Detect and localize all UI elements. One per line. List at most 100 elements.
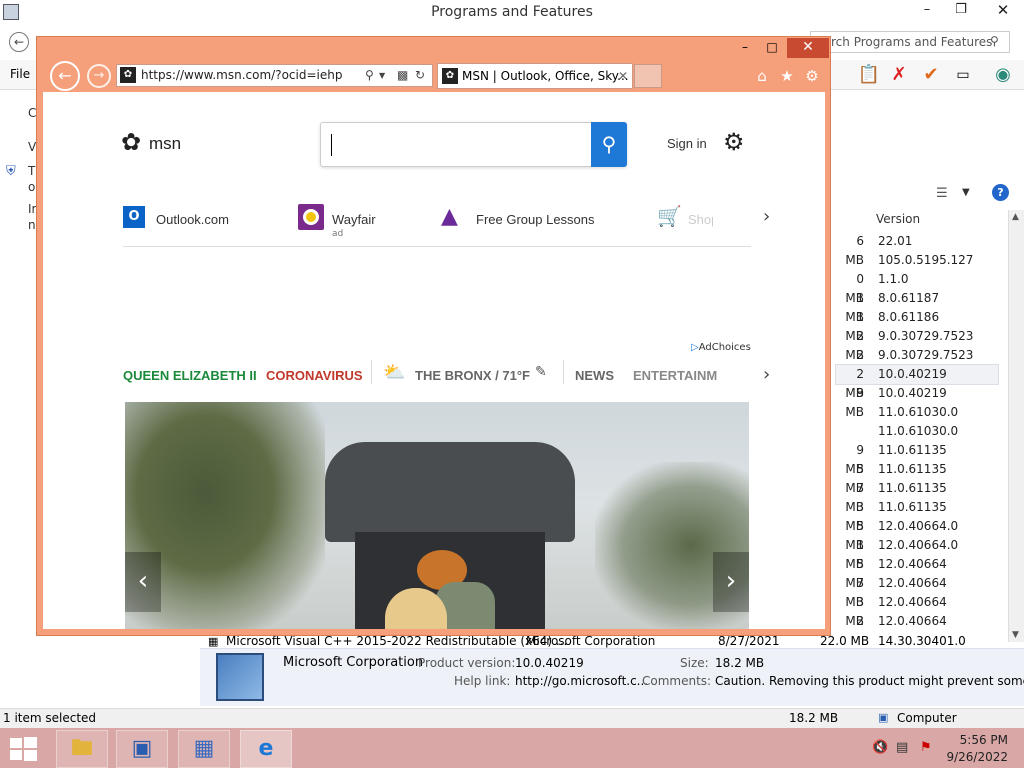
column-header-version[interactable]: Version	[876, 212, 920, 226]
server-manager-icon[interactable]: ▣	[116, 730, 168, 768]
search-input[interactable]: rch Programs and Features	[810, 31, 1010, 53]
left-text[interactable]: V	[28, 140, 36, 154]
checkmark-icon[interactable]: ✔	[918, 62, 944, 88]
back-arrow-icon[interactable]: ←	[50, 61, 80, 91]
properties-icon[interactable]: ▭	[950, 62, 976, 88]
edit-pencil-icon[interactable]: ✎	[535, 364, 547, 380]
table-row[interactable]: 7 MB 12.0.40664	[836, 574, 998, 609]
left-text[interactable]: o	[28, 180, 35, 194]
volume-muted-icon[interactable]: 🔇	[872, 740, 888, 755]
help-icon[interactable]: ?	[992, 184, 1009, 201]
scroll-down-icon[interactable]: ▼	[1012, 630, 1019, 640]
program-version: 9.0.30729.7523	[878, 348, 974, 362]
close-button[interactable]: ✕	[787, 38, 829, 58]
adchoices-link[interactable]: ▷AdChoices	[691, 342, 751, 353]
category-queen-elizabeth[interactable]: QUEEN ELIZABETH II	[123, 368, 257, 383]
tab-msn[interactable]: ✿ MSN | Outlook, Office, Sky... ✕	[437, 63, 633, 89]
refresh-icon[interactable]: ↻	[415, 65, 425, 86]
table-row[interactable]: 2 MB 10.0.40219	[835, 364, 999, 400]
table-row[interactable]: 9 MB 10.0.40219	[836, 384, 998, 419]
sign-in-link[interactable]: Sign in	[667, 136, 707, 151]
maximize-button[interactable]: □	[759, 39, 785, 57]
left-text[interactable]: T	[28, 164, 35, 178]
table-row[interactable]: 2 MB9.0.30729.7523	[836, 327, 998, 362]
table-row[interactable]: 2 MB12.0.40664	[836, 612, 998, 647]
table-row[interactable]: 9 MB 11.0.61135	[836, 441, 998, 476]
chevron-right-icon[interactable]: ›	[763, 206, 770, 227]
clock-date[interactable]: 9/26/2022	[944, 750, 1008, 764]
scroll-up-icon[interactable]: ▲	[1012, 212, 1019, 222]
address-text[interactable]: https://www.msn.com/?ocid=iehp	[141, 65, 342, 86]
search-icon[interactable]: ⚲	[365, 65, 374, 86]
delete-icon[interactable]: ✗	[886, 62, 912, 88]
quicklink-shop[interactable]: Shop	[688, 212, 713, 227]
msn-logo-text[interactable]: msn	[149, 134, 181, 154]
table-row[interactable]: 3 MB 11.0.61135	[836, 498, 998, 533]
maximize-button[interactable]: ❐	[946, 0, 976, 22]
new-tab-button[interactable]	[634, 64, 662, 88]
start-button[interactable]	[8, 736, 38, 762]
minimize-button[interactable]: –	[912, 0, 942, 22]
wayfair-icon[interactable]	[298, 204, 324, 230]
program-version: 12.0.40664	[878, 614, 947, 628]
globe-icon[interactable]: ◉	[990, 62, 1016, 88]
home-icon[interactable]: ⌂	[753, 67, 771, 85]
table-row[interactable]: 5 MB 11.0.61135	[836, 460, 998, 495]
forward-arrow-icon[interactable]: →	[87, 64, 111, 88]
search-input[interactable]	[320, 122, 627, 167]
table-row[interactable]: 1 MB 8.0.61186	[836, 308, 998, 343]
chevron-down-icon[interactable]: ▼	[379, 65, 385, 86]
network-icon[interactable]: ▤	[896, 740, 908, 755]
favorites-star-icon[interactable]: ★	[778, 67, 796, 85]
table-row[interactable]: 5 MB 12.0.40664	[836, 555, 998, 590]
table-row[interactable]: 1 MB 8.0.61187	[836, 289, 998, 324]
settings-gear-icon[interactable]: ⚙	[723, 128, 745, 156]
menu-file[interactable]: File	[10, 67, 30, 81]
table-row[interactable]: 7 MB 11.0.61135	[836, 479, 998, 514]
file-explorer-icon[interactable]: 🖿	[56, 730, 108, 768]
category-entertainment[interactable]: ENTERTAINM	[633, 368, 718, 383]
table-row[interactable]: 11.0.61030.0	[836, 422, 998, 441]
chevron-right-icon[interactable]: ›	[763, 364, 770, 385]
close-button[interactable]: ✕	[982, 0, 1024, 22]
chevron-down-icon[interactable]: ▼	[962, 187, 970, 198]
table-row[interactable]: 0 MB 1.1.0	[836, 270, 998, 305]
quicklink-outlook[interactable]: Outlook.com	[156, 212, 229, 227]
lock-icon[interactable]: ▩	[397, 65, 408, 86]
minimize-button[interactable]: –	[732, 39, 758, 57]
action-center-icon[interactable]: ⚑	[920, 740, 932, 755]
quicklink-wayfair[interactable]: Wayfair	[332, 212, 376, 227]
address-bar[interactable]: ✿ https://www.msn.com/?ocid=iehp ⚲ ▼ ▩ ↻	[116, 64, 433, 87]
carousel-next-button[interactable]: ›	[713, 552, 749, 612]
category-news[interactable]: NEWS	[575, 368, 614, 383]
quicklink-lessons[interactable]: Free Group Lessons	[476, 212, 595, 227]
clipboard-icon[interactable]: 📋	[856, 62, 882, 88]
table-row[interactable]: 2 MB9.0.30729.7523	[836, 346, 998, 381]
table-row[interactable]: 6 MB 22.01	[836, 232, 998, 267]
table-row[interactable]: 1 MB 12.0.40664.0	[836, 536, 998, 571]
control-panel-icon[interactable]: ▦	[178, 730, 230, 768]
clock-time[interactable]: 5:56 PM	[958, 733, 1008, 747]
table-row[interactable]: 5 MB 12.0.40664.0	[836, 517, 998, 552]
search-icon[interactable]: ⚲	[990, 34, 999, 48]
vertical-scrollbar[interactable]: ▲ ▼	[1008, 210, 1024, 642]
category-coronavirus[interactable]: CORONAVIRUS	[266, 368, 363, 383]
settings-gear-icon[interactable]: ⚙	[803, 67, 821, 85]
category-weather[interactable]: THE BRONX / 71°F	[415, 368, 530, 383]
outlook-icon[interactable]: O	[123, 206, 145, 228]
text-cursor	[331, 134, 332, 156]
back-arrow-icon[interactable]: ←	[9, 32, 29, 52]
carousel-prev-button[interactable]: ‹	[125, 552, 161, 612]
shopping-cart-icon[interactable]: 🛒	[657, 204, 682, 228]
view-options-icon[interactable]: ☰	[936, 186, 948, 201]
close-tab-icon[interactable]: ✕	[618, 64, 628, 88]
help-link[interactable]: http://go.microsoft.c...	[515, 674, 648, 688]
internet-explorer-icon[interactable]: e	[240, 730, 292, 768]
search-button[interactable]: ⚲	[591, 122, 627, 167]
table-row[interactable]: 105.0.5195.127	[836, 251, 998, 270]
left-text[interactable]: n	[28, 218, 36, 232]
table-row[interactable]: 11.0.61030.0	[836, 403, 998, 422]
table-row[interactable]: 3 MB 12.0.40664	[836, 593, 998, 628]
graduation-cap-icon[interactable]: ▲	[441, 204, 458, 229]
hero-image[interactable]: ‹ ›	[125, 402, 749, 629]
